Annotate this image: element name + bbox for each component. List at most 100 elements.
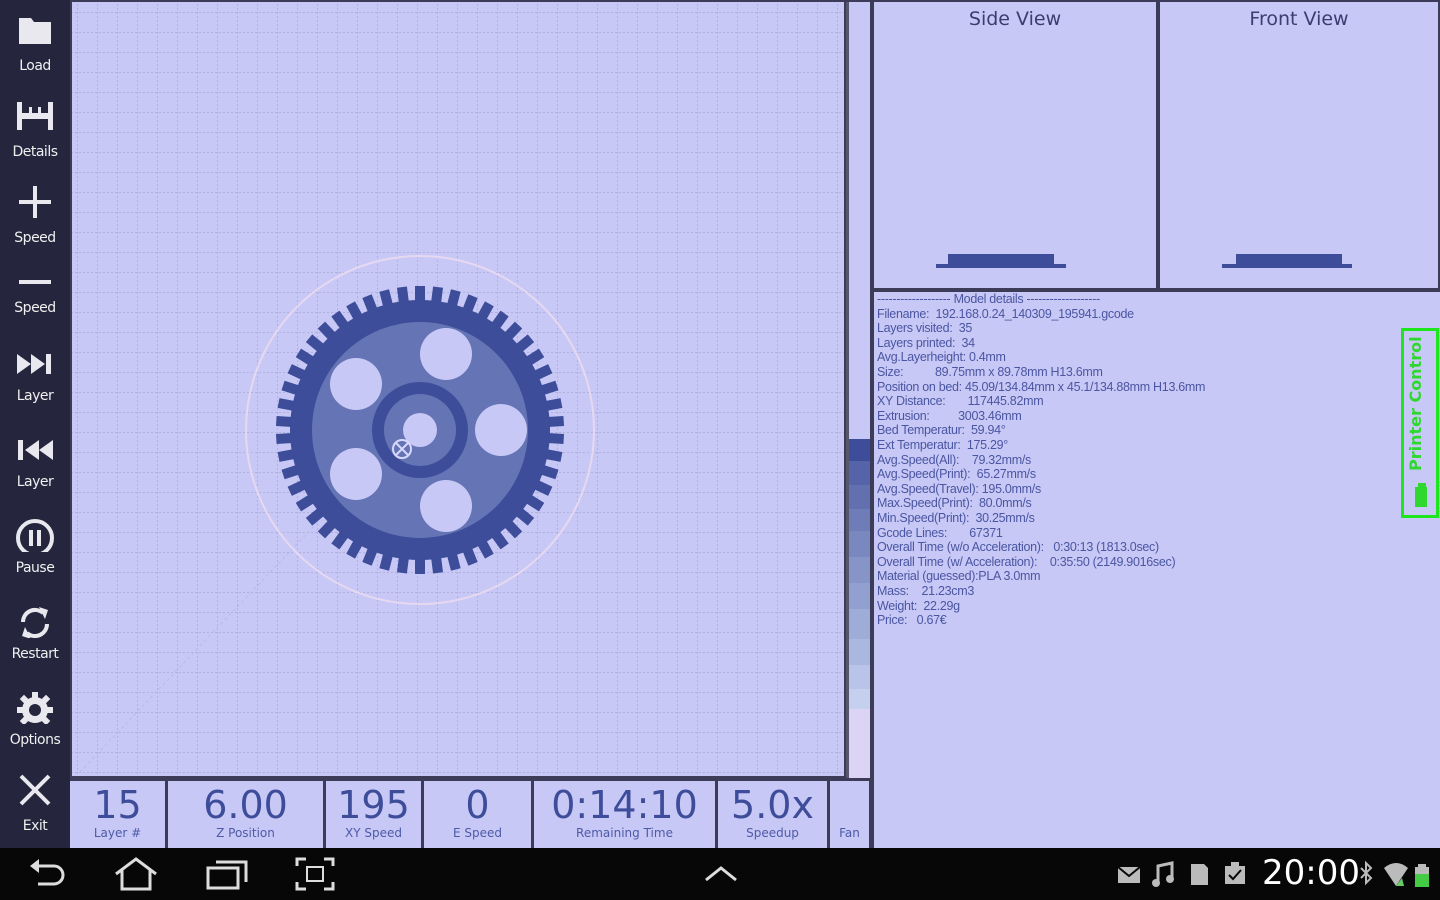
layer-slider-segment [849,461,870,485]
details-line: Avg.Layerheight: 0.4mm [877,350,1006,365]
layer-slider-segment [849,583,870,609]
back-icon[interactable] [26,856,70,892]
z-position-caption: Z Position [216,826,275,840]
details-line: XY Distance: 117445.82mm [877,394,1044,409]
gcode-simulator-app: Load Details Speed Speed Layer Layer Pau… [0,0,1440,848]
restart-label: Restart [11,646,59,662]
plus-icon [19,186,51,218]
details-line: Layers visited: 35 [877,321,973,336]
details-line: Bed Temperatur: 59.94° [877,423,1006,438]
gear-model [275,286,565,574]
remaining-time-value: 0:14:10 [551,783,698,827]
side-view-model [948,254,1054,264]
speed-up-label: Speed [14,230,56,246]
side-view-bed [936,264,1066,268]
model-details-panel: ------------------- Model details ------… [872,290,1440,848]
android-system-bar: 20:00 [0,848,1440,900]
print-preview-canvas[interactable] [70,0,846,778]
pause-icon [16,519,54,552]
gear-icon [17,692,53,724]
remaining-time-cell: 0:14:10 Remaining Time [534,781,718,848]
details-line: Mass: 21.23cm3 [877,584,975,598]
side-view-panel: Side View [872,0,1158,290]
e-speed-value: 0 [465,783,490,827]
close-icon [19,774,51,806]
restart-button[interactable]: Restart [0,588,70,674]
fan-cell: Fan [830,781,872,848]
details-line: Avg.Speed(Travel): 195.0mm/s [877,481,1041,496]
details-line: Size: 89.75mm x 89.78mm H13.6mm [877,365,1103,379]
e-speed-caption: E Speed [452,826,502,840]
remaining-time-caption: Remaining Time [576,826,673,840]
options-label: Options [9,732,61,748]
details-header: ------------------- Model details ------… [877,292,1100,306]
layer-slider-segment [849,639,870,665]
mail-icon [1117,866,1141,883]
layer-slider-segment [849,509,870,531]
sd-card-icon [1191,864,1208,885]
pause-label: Pause [15,560,55,576]
layer-slider-handle[interactable] [849,439,870,461]
layer-number-caption: Layer # [93,826,142,840]
details-label: Details [12,144,58,160]
e-speed-cell: 0 E Speed [424,781,534,848]
details-line: Max.Speed(Print): 80.0mm/s [877,496,1032,511]
speed-up-button[interactable]: Speed [0,172,70,258]
status-clock: 20:00 [1262,853,1360,893]
battery-icon [1415,864,1429,887]
wifi-icon [1384,863,1408,886]
speedup-caption: Speedup [746,826,799,840]
layer-slider-segment [849,609,870,639]
next-layer-label: Layer [16,388,54,404]
screenshot-icon[interactable] [294,856,336,892]
recent-apps-icon[interactable] [204,856,250,892]
expand-up-icon[interactable] [700,856,742,892]
prev-layer-label: Layer [16,474,54,490]
details-line: Overall Time (w/o Acceleration): 0:30:13… [877,540,1159,555]
speedup-value: 5.0x [731,783,814,827]
prev-layer-button[interactable]: Layer [0,416,70,502]
details-line: Layers printed: 34 [877,335,975,350]
layer-slider[interactable] [846,0,872,778]
details-line: Gcode Lines: 67371 [877,525,1003,540]
printer-control-button[interactable]: Printer Control [1401,328,1439,518]
z-position-value: 6.00 [203,783,288,827]
fan-caption: Fan [839,826,860,840]
layer-number-value: 15 [93,783,142,827]
layer-slider-segment [849,665,870,689]
details-line: Weight: 22.29g [877,598,960,613]
exit-button[interactable]: Exit [0,760,70,846]
left-toolbar: Load Details Speed Speed Layer Layer Pau… [0,0,70,848]
layer-slider-segment [849,531,870,557]
details-line: Min.Speed(Print): 30.25mm/s [877,511,1035,525]
details-line: Ext Temperatur: 175.29° [877,438,1008,452]
layer-slider-segment [849,709,870,778]
layer-slider-segment [849,485,870,509]
layer-slider-segment [849,689,870,709]
speedup-cell: 5.0x Speedup [718,781,830,848]
xy-speed-value: 195 [337,783,410,827]
load-button[interactable]: Load [0,0,70,86]
details-line: Material (guessed):PLA 3.0mm [877,569,1041,584]
details-line: Extrusion: 3003.46mm [877,408,1022,423]
home-icon[interactable] [112,856,160,892]
xy-speed-caption: XY Speed [345,826,402,840]
details-line: Avg.Speed(All): 79.32mm/s [877,452,1031,467]
pause-button[interactable]: Pause [0,502,70,588]
details-button[interactable]: Details [0,86,70,172]
skip-back-icon [18,440,53,460]
layer-slider-segment [849,557,870,583]
details-line: Price: 0.67€ [877,613,947,628]
exit-label: Exit [22,818,48,834]
print-preview-drawing [72,2,844,776]
options-button[interactable]: Options [0,674,70,760]
front-view-panel: Front View [1158,0,1440,290]
ruler-icon [17,102,53,130]
front-view-bed [1222,264,1352,268]
printer-icon [1415,483,1427,507]
folder-icon [19,18,51,44]
details-line: Filename: 192.168.0.24_140309_195941.gco… [877,306,1134,321]
details-line: Avg.Speed(Print): 65.27mm/s [877,467,1036,482]
side-view-title: Side View [968,8,1062,30]
next-layer-button[interactable]: Layer [0,330,70,416]
